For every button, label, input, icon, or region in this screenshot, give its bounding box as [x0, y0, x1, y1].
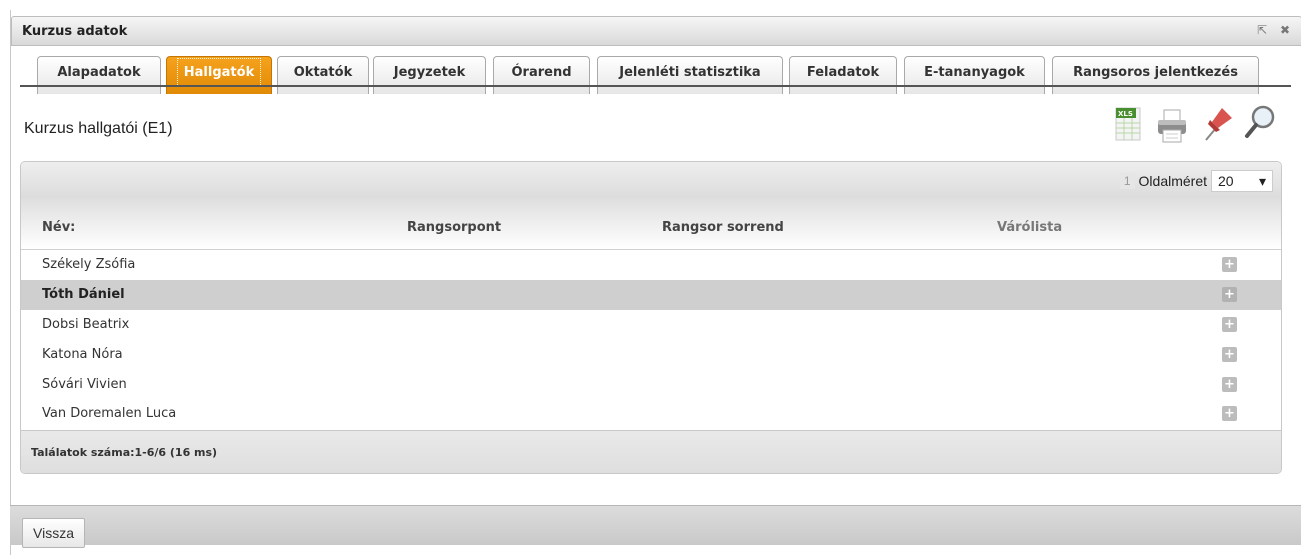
print-icon[interactable] [1154, 102, 1190, 148]
tab-label: Alapadatok [57, 65, 141, 80]
tab-e-tananyagok[interactable]: E-tananyagok [904, 56, 1045, 94]
page-size-value: 20 [1218, 173, 1234, 189]
tab-feladatok[interactable]: Feladatok [789, 56, 897, 94]
results-count: Találatok száma:1-6/6 (16 ms) [31, 446, 218, 459]
table-row[interactable]: Katona Nóra + [21, 340, 1281, 370]
close-icon[interactable]: ✖ [1280, 23, 1290, 37]
students-grid: 1 Oldalméret 20 ▾ Név: Rangsorpont Rangs… [20, 161, 1282, 474]
page-size-select[interactable]: 20 ▾ [1211, 170, 1273, 192]
expand-icon[interactable]: + [1222, 406, 1237, 421]
grid-top-bar: 1 Oldalméret 20 ▾ [21, 162, 1281, 198]
table-row[interactable]: Dobsi Beatrix + [21, 310, 1281, 340]
tab-label: Hallgatók [176, 58, 262, 87]
tab-label: Rangsoros jelentkezés [1073, 65, 1238, 80]
xls-badge: XLS [1118, 110, 1133, 118]
tab-hallgatok[interactable]: Hallgatók [166, 56, 272, 94]
expand-icon[interactable]: + [1222, 287, 1237, 302]
window-title: Kurzus adatok [22, 24, 128, 39]
popout-icon[interactable]: ⇱ [1257, 23, 1267, 37]
page-size-label: Oldalméret [1138, 173, 1207, 189]
table-row[interactable]: Tóth Dániel + [21, 280, 1281, 310]
table-row[interactable]: Székely Zsófia + [21, 250, 1281, 280]
tab-underline [20, 85, 1291, 87]
xls-export-icon[interactable]: XLS [1110, 102, 1146, 148]
page-number[interactable]: 1 [1119, 173, 1135, 189]
column-header-name[interactable]: Név: [42, 220, 75, 235]
section-title: Kurzus hallgatói (E1) [24, 120, 173, 137]
tab-label: E-tananyagok [924, 65, 1025, 80]
expand-icon[interactable]: + [1222, 317, 1237, 332]
tab-jegyzetek[interactable]: Jegyzetek [373, 56, 486, 94]
search-icon[interactable] [1242, 102, 1278, 148]
grid-header: Név: Rangsorpont Rangsor sorrend Várólis… [21, 198, 1281, 250]
expand-icon[interactable]: + [1222, 257, 1237, 272]
window-titlebar: Kurzus adatok ⇱ ✖ [11, 16, 1301, 46]
tab-label: Jelenléti statisztika [619, 65, 761, 80]
table-row[interactable]: Van Doremalen Luca + [21, 399, 1281, 429]
expand-icon[interactable]: + [1222, 377, 1237, 392]
bottom-bar: Vissza [10, 505, 1301, 548]
student-name: Székely Zsófia [42, 257, 136, 272]
tab-rangsoros-jelentkezes[interactable]: Rangsoros jelentkezés [1052, 56, 1259, 94]
column-header-varolista[interactable]: Várólista [997, 220, 1062, 235]
grid-footer: Találatok száma:1-6/6 (16 ms) [21, 430, 1281, 473]
tab-orarend[interactable]: Órarend [493, 56, 590, 94]
student-name: Katona Nóra [42, 347, 123, 362]
tab-label: Órarend [511, 65, 572, 80]
tab-label: Jegyzetek [393, 65, 466, 80]
student-name: Tóth Dániel [42, 287, 125, 302]
chevron-down-icon: ▾ [1258, 172, 1266, 189]
tab-alapadatok[interactable]: Alapadatok [37, 56, 161, 94]
student-name: Sóvári Vivien [42, 377, 127, 392]
column-header-rangsor-sorrend[interactable]: Rangsor sorrend [662, 220, 784, 235]
column-header-rangsorpont[interactable]: Rangsorpont [407, 220, 501, 235]
expand-icon[interactable]: + [1222, 347, 1237, 362]
tab-label: Feladatok [806, 65, 880, 80]
student-name: Van Doremalen Luca [42, 406, 177, 421]
back-button[interactable]: Vissza [22, 518, 85, 548]
table-row[interactable]: Sóvári Vivien + [21, 370, 1281, 400]
tab-oktatok[interactable]: Oktatók [277, 56, 369, 94]
pager: 1 Oldalméret 20 ▾ [1119, 170, 1273, 192]
tab-label: Oktatók [293, 65, 353, 80]
student-name: Dobsi Beatrix [42, 317, 130, 332]
pin-icon[interactable] [1198, 102, 1234, 148]
tab-jelenleti-statisztika[interactable]: Jelenléti statisztika [597, 56, 783, 94]
